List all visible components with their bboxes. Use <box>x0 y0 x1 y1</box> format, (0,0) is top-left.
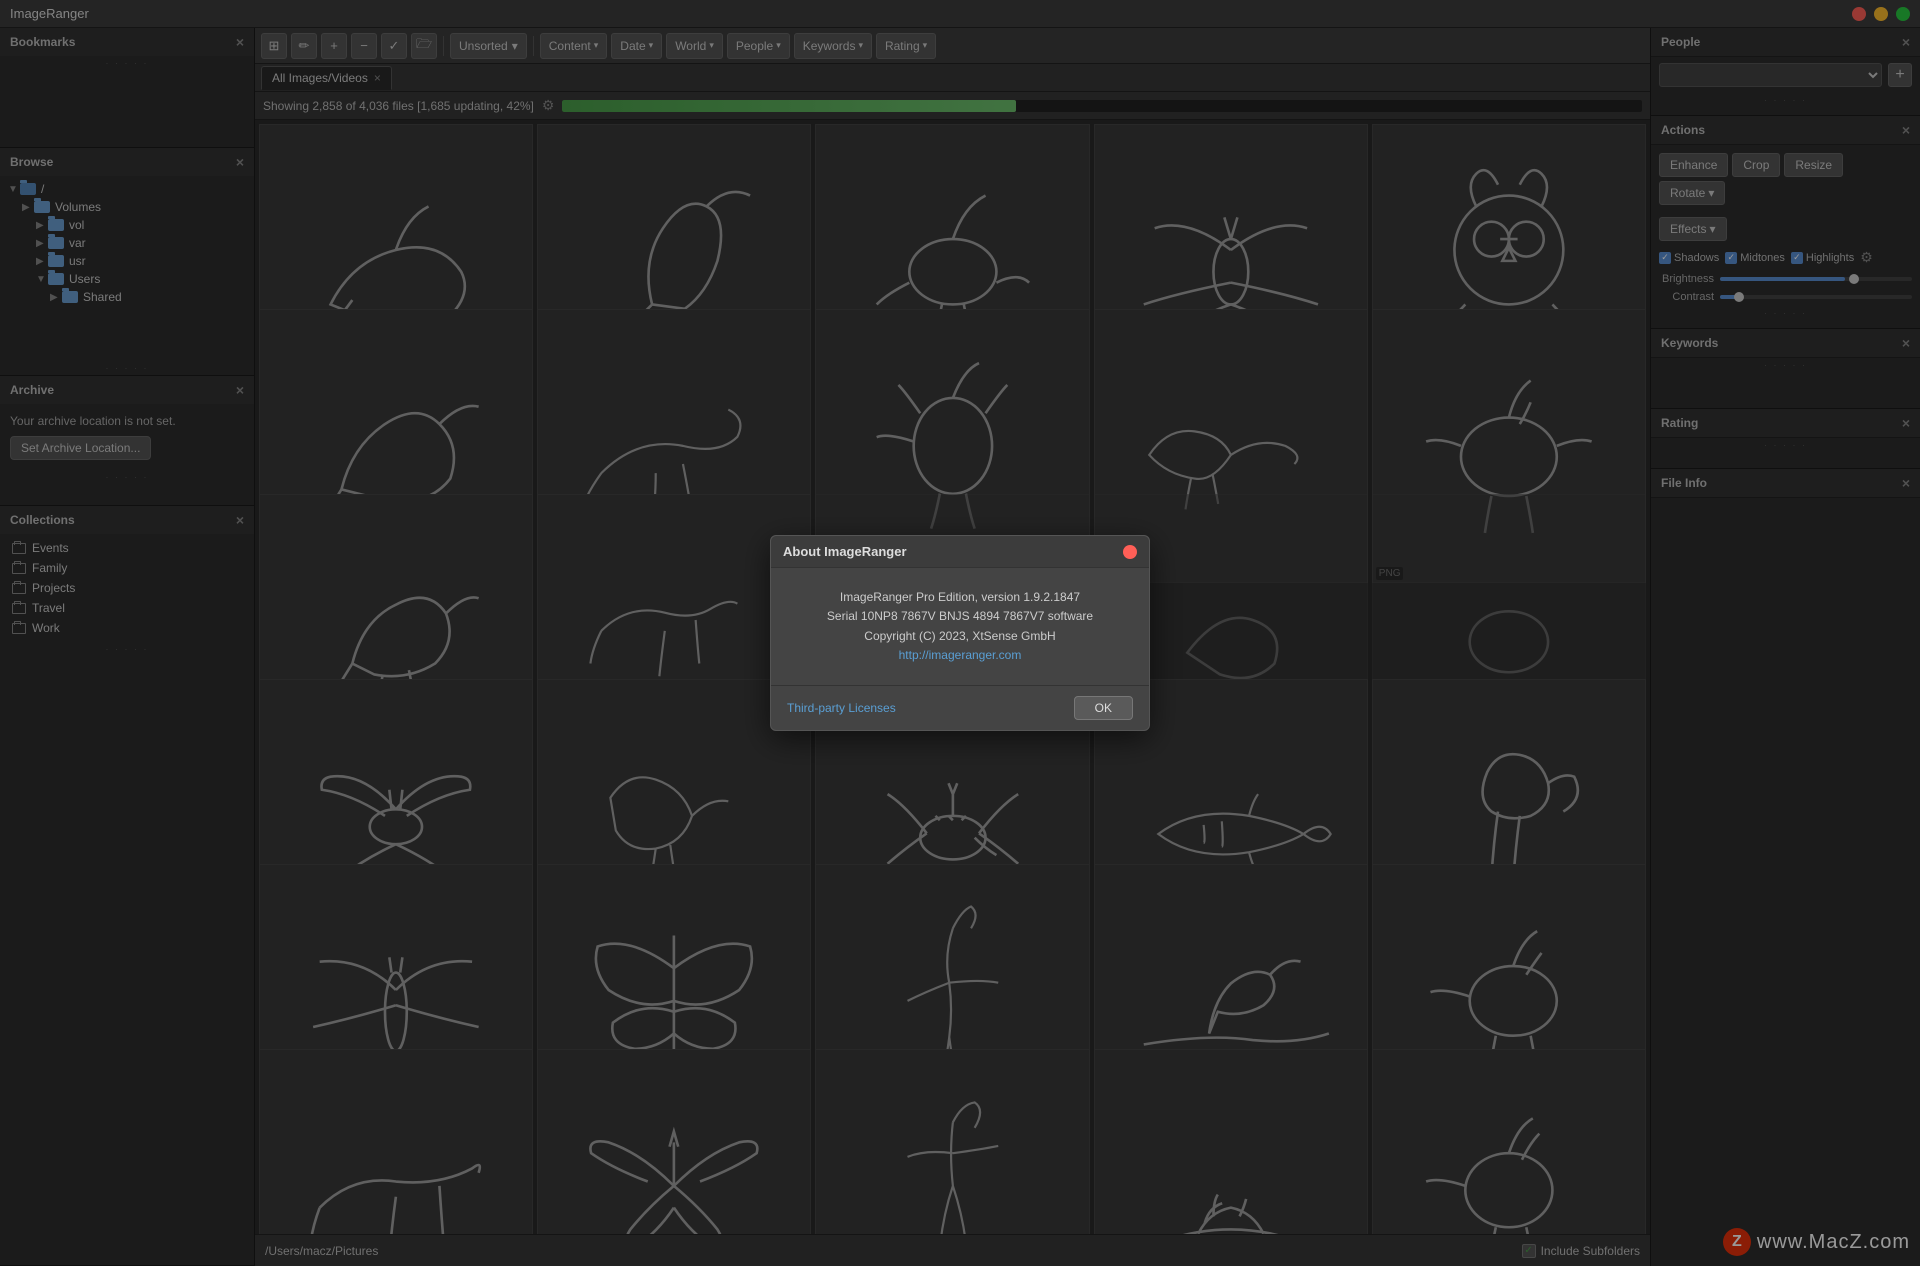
dialog-title: About ImageRanger <box>783 544 907 559</box>
about-serial: Serial 10NP8 7867V BNJS 4894 7867V7 soft… <box>791 607 1129 626</box>
about-app-name: ImageRanger Pro Edition, version 1.9.2.1… <box>791 588 1129 607</box>
about-website-link[interactable]: http://imageranger.com <box>899 648 1022 662</box>
about-copyright: Copyright (C) 2023, XtSense GmbH <box>791 627 1129 646</box>
dialog-body: ImageRanger Pro Edition, version 1.9.2.1… <box>771 568 1149 685</box>
dialog-titlebar: About ImageRanger <box>771 536 1149 568</box>
third-party-link[interactable]: Third-party Licenses <box>787 701 896 715</box>
about-dialog: About ImageRanger ImageRanger Pro Editio… <box>770 535 1150 731</box>
dialog-footer: Third-party Licenses OK <box>771 685 1149 730</box>
modal-overlay: About ImageRanger ImageRanger Pro Editio… <box>0 0 1920 1266</box>
dialog-close-button[interactable] <box>1123 545 1137 559</box>
about-ok-button[interactable]: OK <box>1074 696 1133 720</box>
